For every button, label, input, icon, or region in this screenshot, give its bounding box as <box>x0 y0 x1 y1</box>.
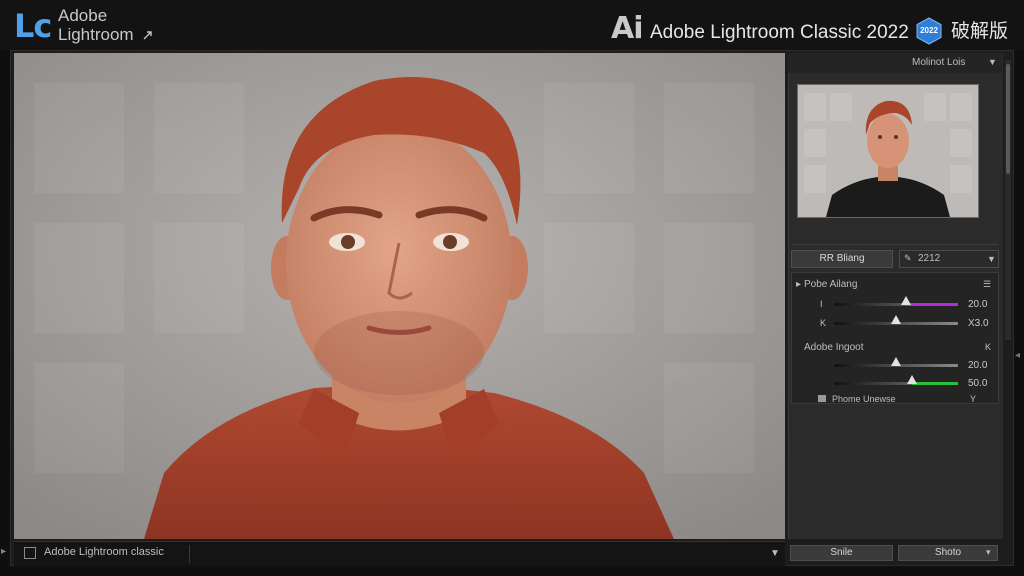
section-toggle-icon[interactable]: ▸ <box>796 279 801 290</box>
filmstrip-divider <box>189 545 190 563</box>
menu-icon[interactable]: ☰ <box>983 279 991 290</box>
preset-select-icon: ✎ <box>904 253 912 263</box>
panel-header <box>788 53 1002 73</box>
section-title-2[interactable]: Adobe Ingoot <box>804 342 864 353</box>
section-corner-2: K <box>985 342 992 352</box>
filmstrip-bar: Adobe Lightroom classic ▼ <box>14 541 785 566</box>
slider-thumb-3[interactable] <box>891 357 901 366</box>
slider-value-1: 20.0 <box>968 299 988 310</box>
lightroom-logo: Lc <box>14 7 52 45</box>
slider-thumb-4[interactable] <box>907 375 918 384</box>
portrait-photo <box>14 53 785 539</box>
version-badge: 2022 <box>915 17 943 45</box>
section-title-1[interactable]: Pobe Ailang <box>804 279 857 290</box>
brand-line-2: Lightroom <box>58 25 134 44</box>
version-badge-text: 2022 <box>920 26 938 35</box>
product-title: Adobe Lightroom Classic 2022 <box>650 22 909 43</box>
panel-divider <box>792 244 998 245</box>
slider-thumb-2[interactable] <box>891 315 901 324</box>
brand-line-1: Adobe <box>58 6 108 25</box>
left-panel-toggle-icon[interactable]: ▸ <box>1 546 6 557</box>
external-link-icon[interactable] <box>142 29 154 41</box>
slider-fill-purple <box>905 303 958 306</box>
filmstrip-dropdown-icon[interactable]: ▼ <box>770 548 780 559</box>
filmstrip-checkbox[interactable] <box>24 547 36 559</box>
ai-logo: Ai <box>611 11 644 46</box>
bottom-left-button[interactable]: Snile <box>790 545 893 561</box>
preset-select[interactable] <box>899 250 999 268</box>
preset-select-value: 2212 <box>918 253 941 264</box>
slider-fill-green <box>912 382 958 385</box>
right-panel-toggle-icon[interactable]: ◂ <box>1015 350 1020 361</box>
chevron-down-icon[interactable]: ▾ <box>986 547 991 558</box>
slider-label-2: K <box>820 318 827 328</box>
section-corner-3: Y <box>970 394 977 404</box>
chevron-down-icon[interactable]: ▼ <box>988 57 997 67</box>
photo-viewer[interactable] <box>14 53 785 539</box>
preset-button[interactable]: RR Bliang <box>791 250 893 268</box>
panel-scrollbar-thumb[interactable] <box>1006 64 1010 174</box>
chevron-down-icon[interactable]: ▼ <box>987 254 996 264</box>
edition-label: 破解版 <box>951 21 1009 42</box>
filmstrip-label: Adobe Lightroom classic <box>44 546 164 558</box>
slider-thumb-1[interactable] <box>900 296 911 305</box>
bottom-right-button[interactable]: Shoto <box>898 545 998 561</box>
section-label-3[interactable]: Phome Unewse <box>832 394 896 404</box>
folder-icon <box>818 395 826 402</box>
navigator-thumbnail-image <box>798 85 978 217</box>
navigator-preview[interactable] <box>797 84 979 218</box>
slider-value-2: X3.0 <box>968 318 989 329</box>
panel-header-label[interactable]: Molinot Lois <box>912 57 965 68</box>
brand-name: Adobe Lightroom <box>58 6 154 44</box>
slider-label-1: I <box>820 299 823 309</box>
slider-value-3: 20.0 <box>968 360 988 371</box>
slider-value-4: 50.0 <box>968 378 988 389</box>
